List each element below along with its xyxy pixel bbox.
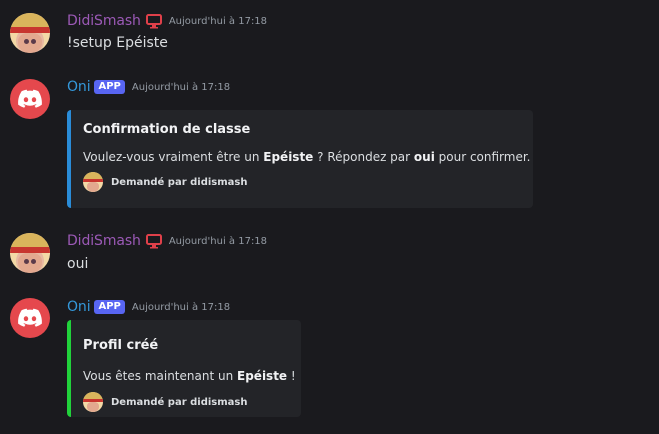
desktop-icon <box>145 233 162 249</box>
message-content: oui <box>67 256 89 272</box>
user-avatar[interactable] <box>10 233 50 273</box>
embed-title: Confirmation de classe <box>83 122 251 137</box>
message-timestamp[interactable]: Aujourd'hui à 17:18 <box>169 16 267 27</box>
embed-footer: Demandé par didismash <box>83 392 247 412</box>
embed-desc-class: Epéiste <box>263 150 314 164</box>
message-header: DidiSmash Aujourd'hui à 17:18 <box>67 233 267 249</box>
embed-description: Vous êtes maintenant un Epéiste ! <box>83 369 296 383</box>
embed-description: Voulez-vous vraiment être un Epéiste ? R… <box>83 150 530 164</box>
footer-avatar-icon <box>83 172 103 192</box>
footer-avatar-icon <box>83 392 103 412</box>
message-timestamp[interactable]: Aujourd'hui à 17:18 <box>132 82 230 93</box>
embed-confirmation: Confirmation de classe Voulez-vous vraim… <box>67 110 533 208</box>
footer-text: Demandé par didismash <box>111 396 248 408</box>
message-timestamp[interactable]: Aujourd'hui à 17:18 <box>132 302 230 313</box>
embed-profile-created: Profil créé Vous êtes maintenant un Epéi… <box>67 320 301 417</box>
author-name[interactable]: Oni <box>67 299 91 315</box>
embed-desc-text: Vous êtes maintenant un <box>83 369 238 383</box>
avatar-eye-right <box>31 39 36 44</box>
author-name[interactable]: DidiSmash <box>67 13 141 29</box>
message-4: Oni APP Aujourd'hui à 17:18 Profil créé … <box>0 290 659 434</box>
embed-desc-text: ! <box>287 369 296 383</box>
desktop-icon <box>145 13 162 29</box>
app-badge: APP <box>94 300 125 314</box>
avatar-eye-left <box>24 39 29 44</box>
message-1: DidiSmash Aujourd'hui à 17:18 !setup Epé… <box>0 0 659 70</box>
embed-title: Profil créé <box>83 338 159 353</box>
embed-desc-text: Voulez-vous vraiment être un <box>83 150 264 164</box>
avatar-eye-right <box>31 259 36 264</box>
message-3: DidiSmash Aujourd'hui à 17:18 oui <box>0 220 659 290</box>
user-avatar[interactable] <box>10 13 50 53</box>
embed-desc-text: ? Répondez par <box>313 150 414 164</box>
embed-desc-text: pour confirmer. <box>434 150 531 164</box>
discord-logo-icon <box>18 89 42 108</box>
embed-desc-answer: oui <box>413 150 435 164</box>
footer-text: Demandé par didismash <box>111 176 248 188</box>
chat-messages: DidiSmash Aujourd'hui à 17:18 !setup Epé… <box>0 0 659 434</box>
avatar-eye-left <box>24 259 29 264</box>
discord-logo-icon <box>18 308 42 327</box>
avatar-face <box>18 253 42 273</box>
message-timestamp[interactable]: Aujourd'hui à 17:18 <box>169 236 267 247</box>
author-name[interactable]: Oni <box>67 79 91 95</box>
embed-footer: Demandé par didismash <box>83 172 247 192</box>
message-header: DidiSmash Aujourd'hui à 17:18 <box>67 13 267 29</box>
message-header: Oni APP Aujourd'hui à 17:18 <box>67 299 230 315</box>
message-content: !setup Epéiste <box>67 35 168 51</box>
embed-desc-class: Epéiste <box>237 369 288 383</box>
avatar-face <box>18 33 42 53</box>
author-name[interactable]: DidiSmash <box>67 233 141 249</box>
bot-avatar[interactable] <box>10 79 50 119</box>
bot-avatar[interactable] <box>10 298 50 338</box>
message-2: Oni APP Aujourd'hui à 17:18 Confirmation… <box>0 70 659 220</box>
message-header: Oni APP Aujourd'hui à 17:18 <box>67 79 230 95</box>
app-badge: APP <box>94 80 125 94</box>
